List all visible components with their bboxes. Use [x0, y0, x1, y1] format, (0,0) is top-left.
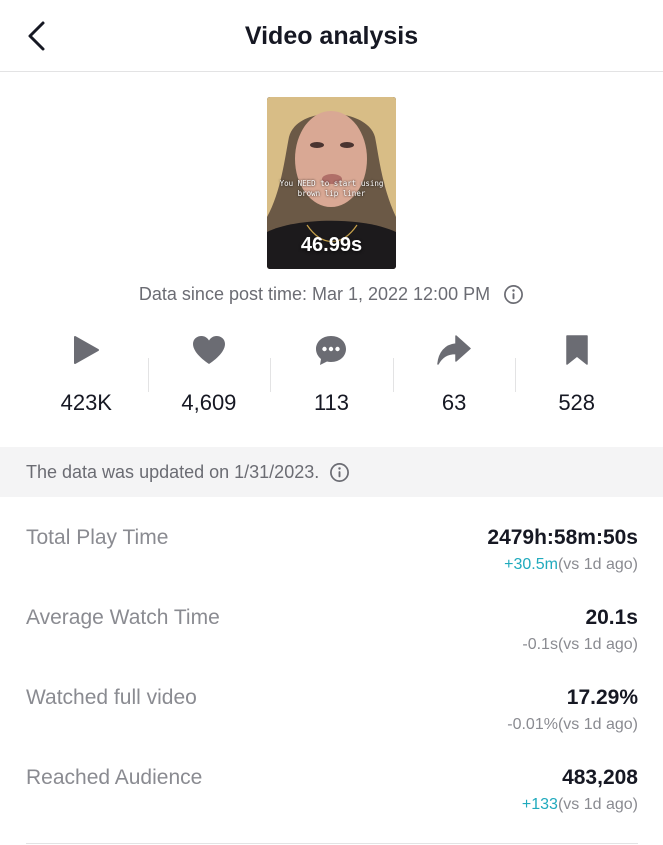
stat-comments-value: 113 [313, 390, 350, 415]
metric-value: 483,208 [562, 766, 638, 789]
stat-saves-value: 528 [558, 390, 596, 415]
metric-delta-row: +30.5m(vs 1d ago) [504, 556, 638, 574]
stat-divider [392, 358, 394, 392]
info-icon[interactable] [503, 284, 524, 305]
video-caption: You NEED to start using brown lip liner [279, 179, 384, 198]
metric-compare: (vs 1d ago) [557, 556, 638, 573]
metric-label: Average Watch Time [26, 606, 220, 629]
bookmark-icon [565, 335, 588, 365]
data-updated-notice: The data was updated on 1/31/2023. [0, 447, 663, 497]
comment-icon [316, 336, 347, 365]
share-icon [437, 335, 471, 365]
metric-delta: +30.5m [504, 556, 558, 573]
metric-total-play-time: Total Play Time 2479h:58m:50s +30.5m(vs … [26, 526, 638, 596]
metric-delta-row: -0.01%(vs 1d ago) [507, 716, 638, 734]
stat-divider [270, 358, 272, 392]
header-bar: Video analysis [0, 0, 663, 72]
metric-compare: (vs 1d ago) [557, 796, 638, 813]
metric-value: 17.29% [566, 686, 638, 709]
page-title: Video analysis [244, 22, 419, 50]
metric-value: 20.1s [585, 606, 638, 629]
stat-plays: 423K [25, 332, 148, 422]
stat-shares: 63 [392, 332, 516, 422]
video-thumbnail[interactable]: You NEED to start using brown lip liner … [267, 97, 396, 269]
divider [26, 843, 638, 844]
metric-delta-row: +133(vs 1d ago) [522, 796, 638, 814]
metric-watched-full-video: Watched full video 17.29% -0.01%(vs 1d a… [26, 686, 638, 756]
metric-value: 2479h:58m:50s [487, 526, 638, 549]
metric-label: Total Play Time [26, 526, 169, 549]
stat-divider [515, 358, 517, 392]
stat-divider [147, 358, 149, 392]
stat-plays-value: 423K [60, 390, 112, 415]
metric-reached-audience: Reached Audience 483,208 +133(vs 1d ago) [26, 766, 638, 836]
stat-saves: 528 [515, 332, 638, 422]
engagement-stats: 423K 4,609 113 63 528 [25, 332, 638, 422]
video-duration: 46.99s [300, 234, 363, 256]
notice-text: The data was updated on 1/31/2023. [26, 461, 320, 482]
metric-label: Watched full video [26, 686, 197, 709]
stat-comments: 113 [270, 332, 393, 422]
metric-delta: -0.01% [507, 716, 558, 733]
post-time-text: Data since post time: Mar 1, 2022 12:00 … [138, 284, 491, 304]
metric-delta-row: -0.1s(vs 1d ago) [522, 636, 638, 654]
metric-delta: -0.1s [522, 636, 558, 653]
post-time-row: Data since post time: Mar 1, 2022 12:00 … [0, 284, 663, 305]
heart-icon [192, 336, 225, 364]
stat-likes: 4,609 [147, 332, 271, 422]
metric-compare: (vs 1d ago) [557, 636, 638, 653]
info-icon[interactable] [329, 462, 350, 483]
play-icon [74, 336, 100, 364]
stat-shares-value: 63 [441, 390, 467, 415]
metric-delta: +133 [521, 796, 558, 813]
metric-average-watch-time: Average Watch Time 20.1s -0.1s(vs 1d ago… [26, 606, 638, 676]
metric-compare: (vs 1d ago) [557, 716, 638, 733]
metric-label: Reached Audience [26, 766, 203, 789]
stat-likes-value: 4,609 [181, 390, 237, 415]
